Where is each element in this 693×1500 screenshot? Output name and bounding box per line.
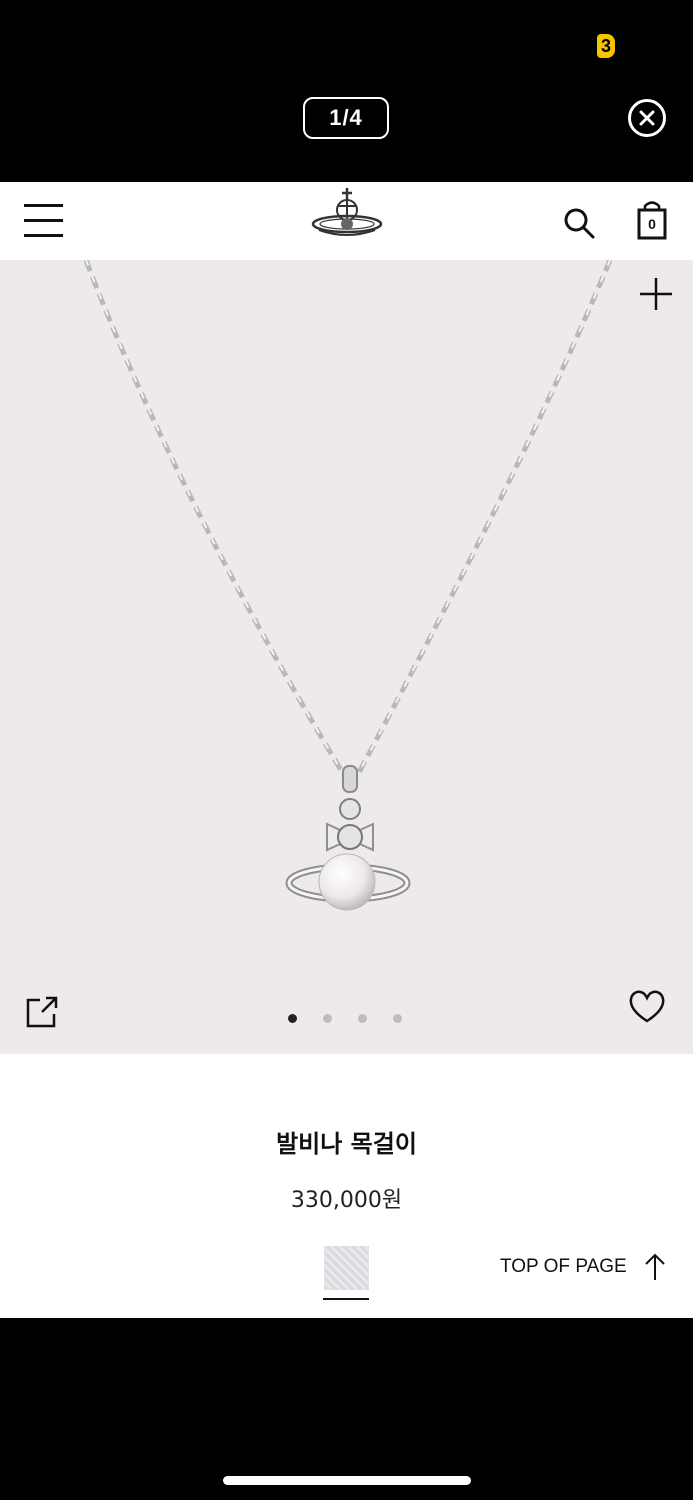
product-info: 발비나 목걸이 330,000원 TOP OF PAGE: [0, 1054, 693, 1318]
close-viewer-button[interactable]: [628, 99, 666, 137]
close-icon: [639, 110, 655, 126]
heart-icon[interactable]: [628, 988, 666, 1026]
arrow-up-icon: [645, 1253, 665, 1280]
slide-dot[interactable]: [393, 1014, 402, 1023]
hamburger-icon-line: [24, 234, 63, 237]
product-gallery[interactable]: [0, 260, 693, 1054]
plus-icon[interactable]: [638, 276, 674, 312]
product-page: 0 발비나 목걸이 330,000원 TOP OF PAGE: [0, 182, 693, 1318]
color-swatch[interactable]: [324, 1246, 369, 1290]
slide-dot[interactable]: [358, 1014, 367, 1023]
menu-button[interactable]: [24, 202, 64, 238]
image-page-counter: 1/4: [303, 97, 389, 139]
slide-dot-active[interactable]: [288, 1014, 297, 1023]
product-price: 330,000원: [290, 1188, 403, 1213]
hamburger-icon-line: [24, 219, 63, 222]
home-indicator: [223, 1476, 471, 1485]
site-header: 0: [0, 182, 693, 260]
slide-dot[interactable]: [323, 1014, 332, 1023]
shopping-bag-button[interactable]: 0: [635, 200, 669, 242]
slide-indicator: [284, 1014, 414, 1026]
viewer-top-bar: 3 1/4: [0, 0, 693, 182]
product-image[interactable]: [0, 260, 693, 1054]
bag-count-badge: 0: [648, 216, 656, 232]
share-icon[interactable]: [24, 994, 60, 1030]
hamburger-icon: [24, 204, 63, 207]
selected-swatch-underline: [323, 1298, 369, 1300]
status-badge: 3: [597, 34, 615, 58]
search-icon[interactable]: [562, 206, 596, 240]
top-of-page-link[interactable]: TOP OF PAGE: [498, 1252, 678, 1282]
product-name: 발비나 목걸이: [276, 1130, 417, 1158]
top-of-page-label: TOP OF PAGE: [500, 1256, 627, 1277]
orb-logo-icon[interactable]: [309, 186, 385, 240]
